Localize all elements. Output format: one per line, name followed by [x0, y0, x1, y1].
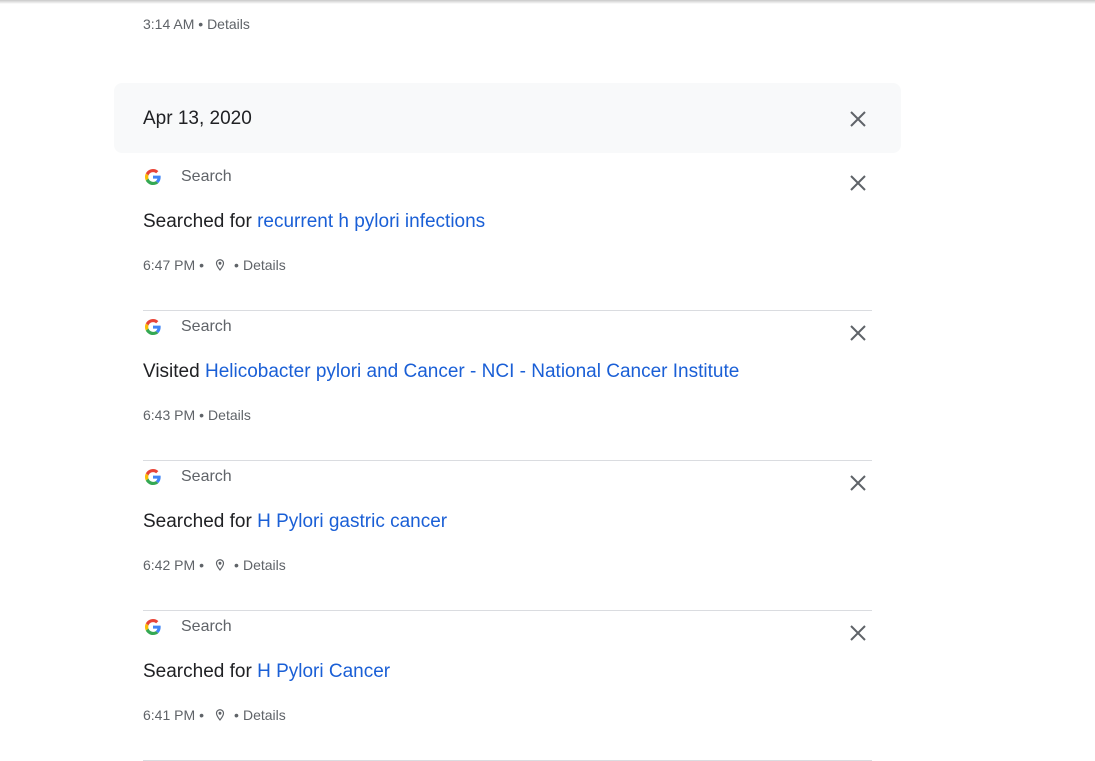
location-button[interactable] [213, 708, 227, 722]
item-time: 6:43 PM [143, 407, 196, 423]
meta-separator: • [234, 557, 239, 573]
item-time: 6:42 PM [143, 557, 196, 573]
close-icon [850, 475, 866, 491]
google-g-icon [145, 469, 161, 485]
delete-item-button[interactable] [846, 621, 870, 645]
activity-link[interactable]: H Pylori gastric cancer [257, 511, 447, 532]
location-pin-icon [215, 559, 225, 571]
product-name: Search [181, 618, 232, 635]
group-date: Apr 13, 2020 [143, 108, 252, 129]
activity-item: Search Searched for recurrent h pylori in… [143, 161, 872, 311]
product-icon [145, 619, 161, 635]
activity-meta: 6:47 PM • • Details [143, 257, 286, 273]
activity-headline: Searched for H Pylori gastric cancer [143, 511, 447, 533]
item-time: 6:47 PM [143, 257, 196, 273]
top-shadow [0, 0, 1095, 4]
activity-meta: 6:41 PM • • Details [143, 707, 286, 723]
product-icon [145, 469, 161, 485]
activity-link[interactable]: H Pylori Cancer [257, 661, 390, 682]
activity-item: Search Visited Helicobacter pylori and Ca… [143, 311, 872, 461]
activity-action: Visited [143, 361, 200, 382]
delete-group-button[interactable] [846, 107, 870, 131]
activity-headline: Searched for recurrent h pylori infectio… [143, 211, 485, 233]
location-button[interactable] [213, 258, 227, 272]
activity-headline: Visited Helicobacter pylori and Cancer -… [143, 361, 739, 383]
google-g-icon [145, 619, 161, 635]
activity-item: Search Searched for H Pylori gastric canc… [143, 461, 872, 611]
product-icon [145, 169, 161, 185]
google-g-icon [145, 319, 161, 335]
meta-separator: • [199, 407, 205, 423]
close-icon [850, 625, 866, 641]
meta-separator: • [199, 707, 205, 723]
details-link[interactable]: Details [243, 707, 286, 723]
product-name: Search [181, 318, 232, 335]
previous-item-meta: 3:14 AM • Details [143, 16, 250, 32]
meta-separator: • [234, 707, 239, 723]
activity-item: Search Searched for H Pylori Cancer 6:41 P… [143, 611, 872, 761]
details-link[interactable]: Details [243, 557, 286, 573]
delete-item-button[interactable] [846, 171, 870, 195]
date-group-header: Apr 13, 2020 [114, 83, 901, 153]
activity-link[interactable]: recurrent h pylori infections [257, 211, 485, 232]
activity-link[interactable]: Helicobacter pylori and Cancer - NCI - N… [205, 361, 739, 382]
location-button[interactable] [213, 558, 227, 572]
delete-item-button[interactable] [846, 471, 870, 495]
previous-item-time: 3:14 AM [143, 16, 195, 32]
product-name: Search [181, 468, 232, 485]
product-icon [145, 319, 161, 335]
location-pin-icon [215, 709, 225, 721]
activity-action: Searched for [143, 661, 252, 682]
location-pin-icon [215, 259, 225, 271]
meta-separator: • [199, 257, 205, 273]
activity-action: Searched for [143, 211, 252, 232]
meta-separator: • [199, 557, 205, 573]
meta-separator: • [194, 16, 208, 32]
previous-item-details-link[interactable]: Details [207, 16, 250, 32]
details-link[interactable]: Details [243, 257, 286, 273]
google-g-icon [145, 169, 161, 185]
close-icon [850, 111, 866, 127]
details-link[interactable]: Details [208, 407, 251, 423]
activity-meta: 6:43 PM • Details [143, 407, 251, 423]
meta-separator: • [234, 257, 239, 273]
activity-meta: 6:42 PM • • Details [143, 557, 286, 573]
delete-item-button[interactable] [846, 321, 870, 345]
activity-action: Searched for [143, 511, 252, 532]
close-icon [850, 325, 866, 341]
product-name: Search [181, 168, 232, 185]
close-icon [850, 175, 866, 191]
activity-headline: Searched for H Pylori Cancer [143, 661, 390, 683]
item-time: 6:41 PM [143, 707, 196, 723]
